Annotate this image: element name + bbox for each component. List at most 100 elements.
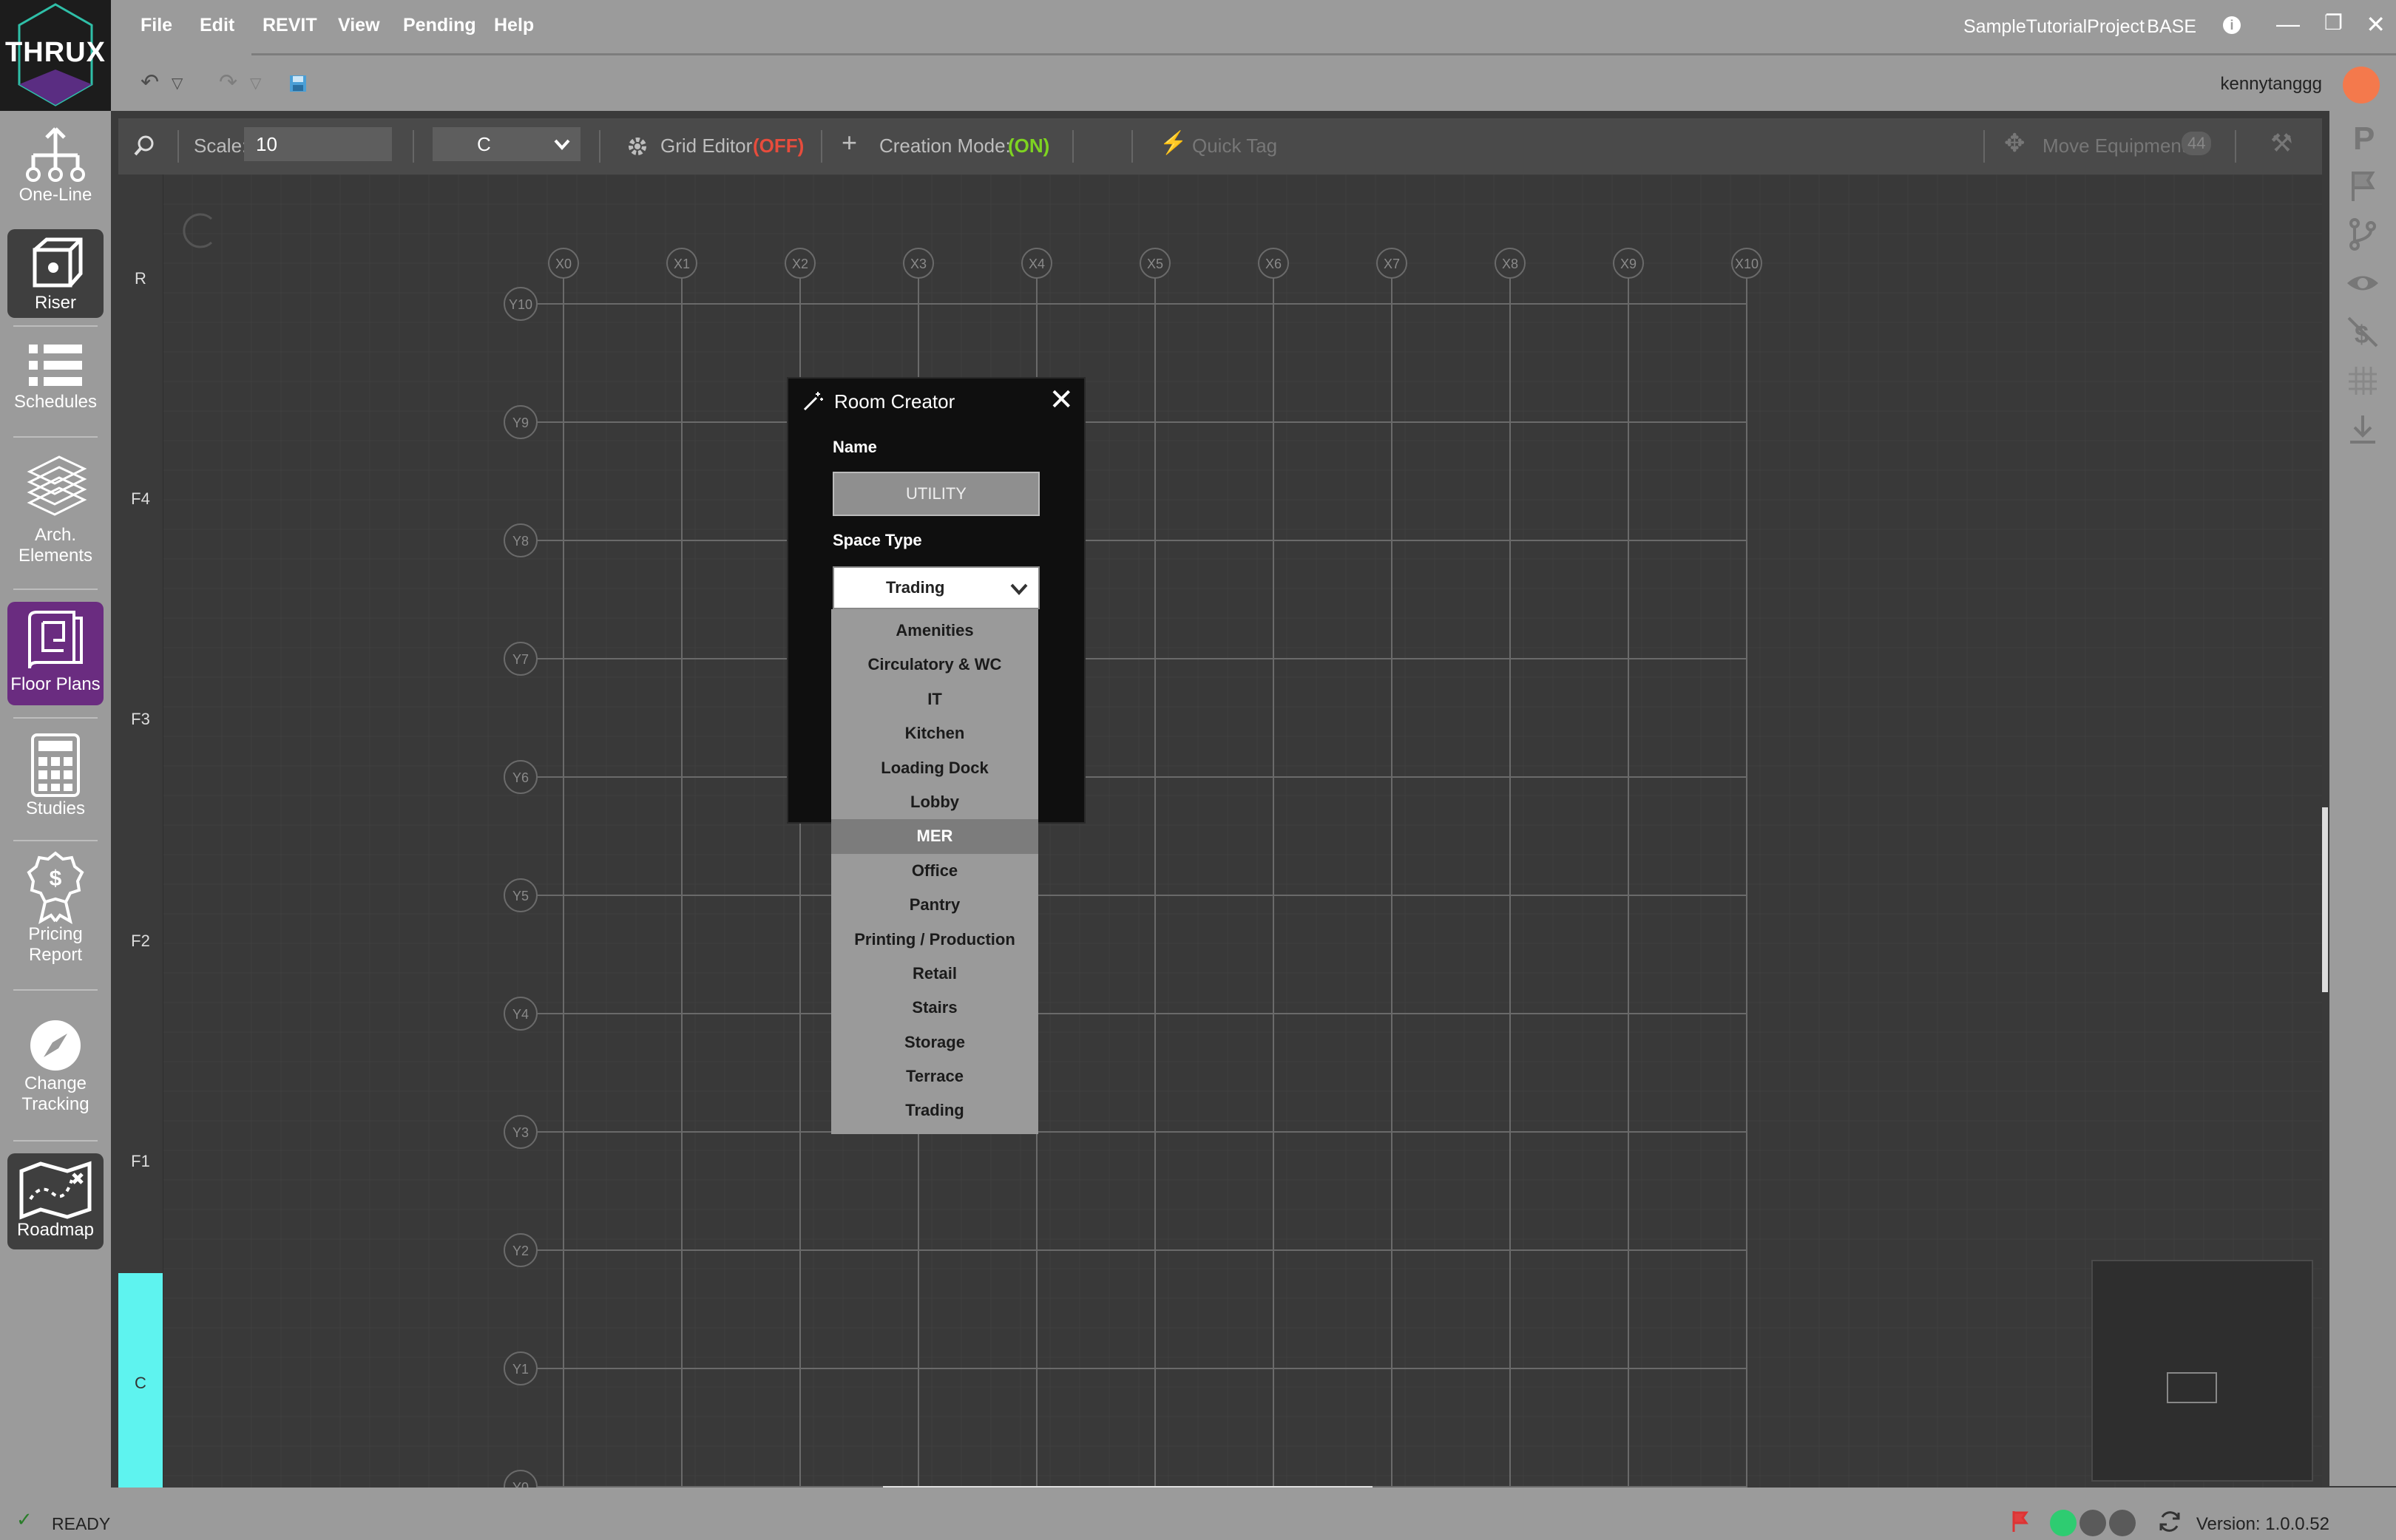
minimap[interactable]	[2091, 1260, 2313, 1482]
refresh-icon[interactable]	[2156, 1508, 2183, 1535]
y-gridline-label: Y4	[512, 1007, 529, 1022]
info-icon[interactable]: i	[2223, 16, 2241, 34]
space-type-option[interactable]: Amenities	[831, 614, 1038, 648]
redo-dropdown-icon[interactable]: ▽	[250, 74, 261, 92]
level-select-value: C	[477, 133, 491, 155]
sidebar-item-floor-plans[interactable]: Floor Plans	[7, 602, 104, 705]
branch-icon[interactable]	[2346, 217, 2380, 251]
username: kennytanggg	[2220, 74, 2322, 94]
close-window-icon[interactable]: ✕	[2366, 10, 2386, 38]
toolbar-divider	[1131, 130, 1133, 163]
save-icon[interactable]	[288, 74, 308, 93]
menu-view[interactable]: View	[338, 15, 380, 36]
no-cost-icon[interactable]: $	[2346, 315, 2380, 349]
space-type-option[interactable]: Retail	[831, 957, 1038, 991]
gear-icon	[629, 138, 646, 155]
space-type-option[interactable]: Lobby	[831, 785, 1038, 819]
sidebar-item-arch-elements[interactable]: Arch. Elements	[0, 451, 111, 566]
undo-dropdown-icon[interactable]: ▽	[172, 74, 183, 92]
grid-drawing[interactable]: X0 X1 X2 X3 X4 X5 X6 X7 X8 X9 X10 Y10 Y9 Y8 Y7 Y6 Y5 Y4 Y3…	[118, 174, 2322, 1488]
redo-icon[interactable]: ↷	[219, 69, 237, 95]
space-type-option[interactable]: Trading	[831, 1093, 1038, 1127]
sidebar-item-roadmap[interactable]: Roadmap	[7, 1153, 104, 1249]
menu-revit[interactable]: REVIT	[263, 15, 317, 36]
level-f4[interactable]: F4	[118, 489, 163, 509]
sidebar-item-riser[interactable]: Riser	[7, 229, 104, 318]
move-equipment-label: Move Equipment	[2043, 135, 2187, 157]
space-type-option[interactable]: Storage	[831, 1025, 1038, 1059]
space-type-option[interactable]: Terrace	[831, 1059, 1038, 1093]
sidebar-item-one-line[interactable]: One-Line	[0, 126, 111, 214]
level-select[interactable]: C	[433, 127, 581, 161]
space-type-option[interactable]: Office	[831, 854, 1038, 888]
sidebar-item-pricing-report[interactable]: $ Pricing Report	[0, 850, 111, 976]
toolbar-divider	[177, 130, 179, 163]
space-type-option[interactable]: Loading Dock	[831, 751, 1038, 785]
vertical-scrollbar[interactable]	[2322, 807, 2328, 992]
level-f1[interactable]: F1	[118, 1152, 163, 1171]
logo-text: THRUX	[5, 37, 106, 68]
chevron-down-icon	[1010, 583, 1028, 595]
level-c[interactable]: C	[118, 1374, 163, 1393]
restore-icon[interactable]: ❐	[2324, 10, 2343, 35]
power-off-status-icon[interactable]	[2079, 1510, 2106, 1536]
space-type-option[interactable]: Kitchen	[831, 716, 1038, 750]
space-type-option[interactable]: Circulatory & WC	[831, 648, 1038, 682]
menu-pending[interactable]: Pending	[403, 15, 476, 36]
menu-divider	[251, 53, 2396, 55]
grid-editor-state: (OFF)	[753, 135, 805, 157]
menu-edit[interactable]: Edit	[200, 15, 234, 36]
y-gridline-label: Y3	[512, 1125, 529, 1140]
flag-icon[interactable]	[2346, 169, 2380, 203]
tools-status-icon[interactable]	[2109, 1510, 2136, 1536]
space-type-option[interactable]: IT	[831, 682, 1038, 716]
close-icon[interactable]: ✕	[1049, 383, 1074, 417]
space-type-dropdown[interactable]: Amenities Circulatory & WC IT Kitchen Lo…	[831, 609, 1038, 1134]
menu-help[interactable]: Help	[494, 15, 534, 36]
eye-icon[interactable]	[2346, 266, 2380, 300]
red-flag-icon[interactable]	[2010, 1510, 2029, 1533]
sidebar-item-change-tracking[interactable]: Change Tracking	[0, 1017, 111, 1128]
canvas-toolbar: Scale: C Grid Editor (OFF) + Creation Mo…	[118, 118, 2322, 174]
undo-icon[interactable]: ↶	[141, 69, 159, 95]
x-gridline-label: X5	[1147, 257, 1163, 271]
y-gridline-label: Y5	[512, 889, 529, 903]
compass-icon	[30, 1020, 81, 1071]
space-type-option[interactable]: Printing / Production	[831, 923, 1038, 957]
avatar[interactable]	[2343, 67, 2380, 104]
search-icon[interactable]	[133, 135, 155, 157]
space-type-select[interactable]: Trading	[833, 566, 1040, 609]
sidebar-item-schedules[interactable]: Schedules	[0, 340, 111, 429]
room-name-input[interactable]	[833, 472, 1040, 516]
floor-plan-canvas[interactable]: X0 X1 X2 X3 X4 X5 X6 X7 X8 X9 X10 Y10 Y9 Y8 Y7 Y6 Y5 Y4 Y3…	[118, 174, 2322, 1488]
space-type-option[interactable]: Pantry	[831, 888, 1038, 922]
menu-file[interactable]: File	[141, 15, 172, 36]
y-gridline-label: Y6	[512, 770, 529, 785]
space-type-option-hovered[interactable]: MER	[831, 819, 1038, 854]
dialog-title: Room Creator	[834, 390, 955, 413]
space-type-value: Trading	[886, 578, 945, 597]
space-type-option[interactable]: Stairs	[831, 991, 1038, 1025]
title-bar: File Edit REVIT View Pending Help ↶ ▽ ↷ …	[111, 0, 2396, 111]
download-icon[interactable]	[2346, 413, 2380, 447]
level-f2[interactable]: F2	[118, 932, 163, 951]
sidebar-item-label: Change Tracking	[21, 1073, 89, 1114]
plus-icon: +	[842, 127, 858, 157]
grid-icon[interactable]	[2346, 364, 2380, 398]
power-status-icon[interactable]	[2050, 1510, 2077, 1536]
sidebar-item-studies[interactable]: Studies	[0, 732, 111, 828]
project-name: SampleTutorialProject	[1963, 16, 2145, 37]
check-icon: ✓	[16, 1508, 33, 1530]
level-f3[interactable]: F3	[118, 710, 163, 729]
level-rail: R F4 F3 F2 F1 C	[118, 174, 163, 1488]
move-equipment-count: 44	[2182, 132, 2212, 155]
minimize-icon[interactable]: —	[2276, 10, 2300, 38]
sidebar-divider	[13, 989, 98, 991]
minimap-viewport[interactable]	[2167, 1372, 2217, 1403]
x-gridline-label: X10	[1735, 257, 1759, 271]
parking-p-icon[interactable]: P	[2346, 120, 2380, 154]
roadmap-map-icon	[19, 1161, 92, 1220]
level-r[interactable]: R	[118, 269, 163, 288]
wand-tool-icon[interactable]: ⚒	[2270, 129, 2292, 158]
scale-input[interactable]	[244, 127, 392, 161]
